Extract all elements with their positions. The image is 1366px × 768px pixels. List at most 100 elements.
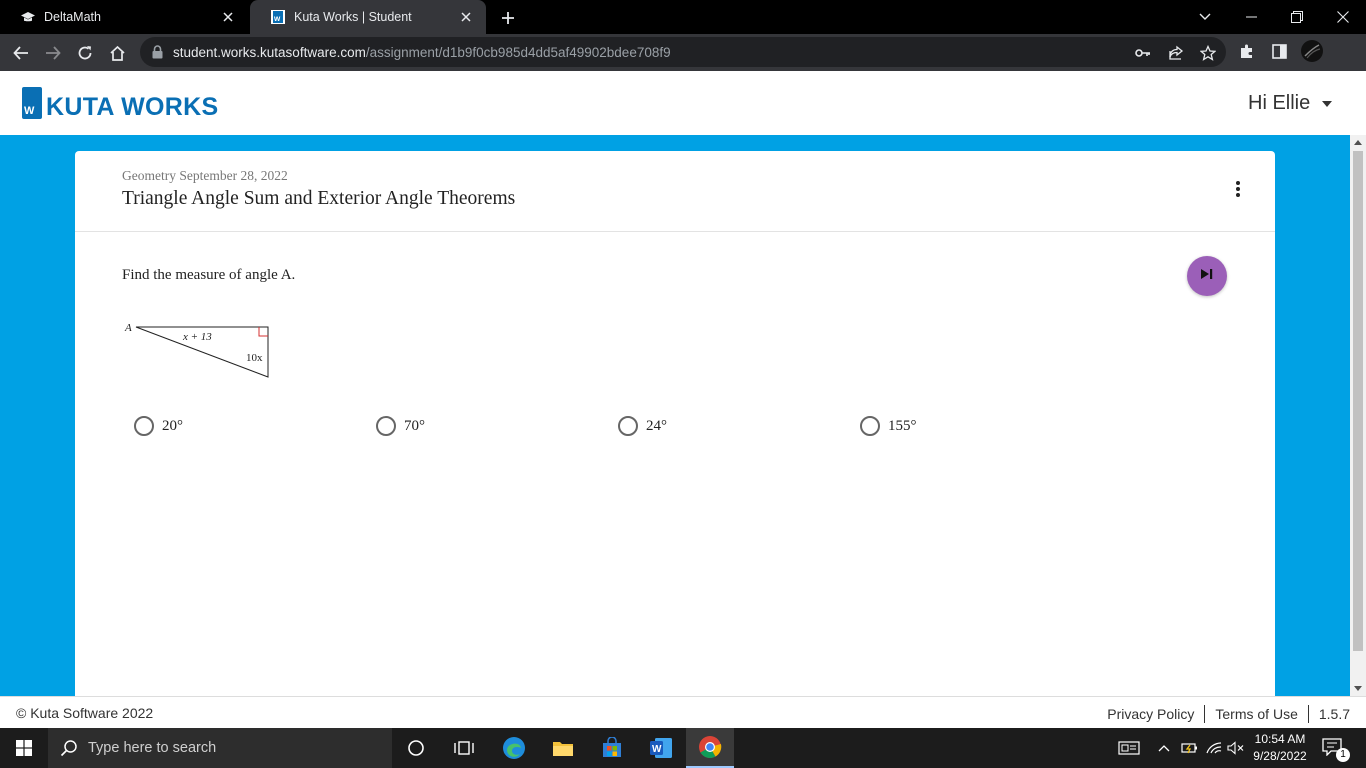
clock-date: 9/28/2022 (1253, 749, 1307, 763)
microsoft-store-icon[interactable] (588, 728, 636, 768)
reload-icon[interactable] (72, 40, 98, 66)
subject: Geometry (122, 168, 176, 183)
user-greeting: Hi Ellie (1248, 92, 1311, 114)
right-angle-marker (258, 327, 268, 337)
show-hidden-icons-chevron-icon[interactable] (1154, 728, 1174, 768)
forward-arrow-icon[interactable] (40, 40, 66, 66)
vertical-scrollbar[interactable] (1350, 135, 1366, 696)
privacy-policy-link[interactable]: Privacy Policy (1097, 706, 1204, 722)
scroll-up-arrow-icon[interactable] (1354, 140, 1362, 145)
address-bar[interactable]: student.works.kutasoftware.com/assignmen… (140, 37, 1226, 67)
url-path: /assignment/d1b9f0cb985d4dd5af49902bdee7… (365, 45, 671, 60)
taskbar-clock[interactable]: 10:54 AM 9/28/2022 (1248, 731, 1312, 765)
keyboard-layout-icon[interactable] (1114, 728, 1144, 768)
notification-count-badge: 1 (1336, 748, 1350, 762)
url-text: student.works.kutasoftware.com/assignmen… (173, 45, 671, 60)
search-placeholder: Type here to search (88, 740, 217, 756)
cortana-circle-icon[interactable] (392, 728, 440, 768)
site-footer: © Kuta Software 2022 Privacy Policy Term… (0, 696, 1366, 728)
file-explorer-icon[interactable] (539, 728, 587, 768)
more-options-icon[interactable] (1231, 179, 1245, 199)
skip-question-button[interactable] (1187, 256, 1227, 296)
search-icon (60, 740, 77, 757)
url-host: student.works.kutasoftware.com (173, 45, 366, 60)
kuta-works-favicon: w (270, 9, 286, 25)
assignment-header: Geometry September 28, 2022 Triangle Ang… (75, 151, 1275, 232)
choice-label: 155° (888, 417, 917, 434)
new-tab-icon[interactable] (497, 7, 519, 29)
answer-choice[interactable]: 70° (376, 416, 425, 436)
skip-next-icon (1200, 267, 1214, 285)
assignment-date: September 28, 2022 (179, 168, 288, 183)
tab-title: DeltaMath (44, 10, 101, 24)
minimize-icon[interactable] (1228, 0, 1274, 34)
site-header: W KUTA WORKS Hi Ellie (0, 71, 1350, 135)
browser-tab-strip: DeltaMath w Kuta Works | Student (0, 0, 1366, 34)
lock-icon[interactable] (152, 45, 163, 64)
graduation-cap-icon (20, 9, 36, 25)
angle-label: 10x (246, 352, 263, 364)
scroll-down-arrow-icon[interactable] (1354, 686, 1362, 691)
assignment-meta: Geometry September 28, 2022 (122, 168, 288, 184)
assignment-title: Triangle Angle Sum and Exterior Angle Th… (122, 188, 516, 209)
tab-deltamath[interactable]: DeltaMath (0, 0, 248, 34)
version-text: 1.5.7 (1318, 706, 1350, 722)
assignment-card: Geometry September 28, 2022 Triangle Ang… (75, 151, 1275, 711)
side-panel-icon[interactable] (1268, 40, 1290, 62)
kuta-works-logo[interactable]: W KUTA WORKS (22, 87, 219, 121)
task-view-icon[interactable] (440, 728, 488, 768)
wifi-icon[interactable] (1203, 728, 1225, 768)
tab-title: Kuta Works | Student (294, 10, 412, 24)
answer-choice[interactable]: 20° (134, 416, 183, 436)
answer-choice[interactable]: 155° (860, 416, 917, 436)
volume-muted-icon[interactable] (1225, 728, 1247, 768)
battery-charging-icon[interactable] (1178, 728, 1202, 768)
close-window-icon[interactable] (1320, 0, 1366, 34)
back-arrow-icon[interactable] (8, 40, 34, 66)
radio-button[interactable] (860, 416, 880, 436)
question-prompt: Find the measure of angle A. (122, 267, 296, 283)
key-icon[interactable] (1134, 44, 1152, 62)
home-icon[interactable] (104, 40, 130, 66)
copyright-text: © Kuta Software 2022 (16, 705, 154, 721)
close-tab-icon[interactable] (220, 9, 236, 25)
browser-toolbar: student.works.kutasoftware.com/assignmen… (0, 34, 1366, 71)
triangle-figure: A x + 13 10x (122, 321, 282, 390)
microsoft-word-icon[interactable]: W (637, 728, 685, 768)
answer-choices: 20° 70° 24° 155° (134, 416, 1034, 440)
edge-browser-icon[interactable] (490, 728, 538, 768)
windows-taskbar: Type here to search W 10:54 AM 9/28/2022 (0, 728, 1366, 768)
terms-of-use-link[interactable]: Terms of Use (1205, 706, 1307, 722)
user-menu[interactable]: Hi Ellie (1248, 92, 1333, 115)
page-background: Geometry September 28, 2022 Triangle Ang… (0, 135, 1350, 711)
chrome-browser-icon[interactable] (686, 728, 734, 768)
profile-avatar[interactable] (1301, 40, 1323, 62)
taskbar-search-box[interactable]: Type here to search (48, 728, 392, 768)
logo-mark: W (22, 87, 42, 119)
dropdown-caret-icon (1322, 100, 1333, 107)
tab-kuta-works[interactable]: w Kuta Works | Student (250, 0, 486, 34)
restore-icon[interactable] (1274, 0, 1320, 34)
close-tab-icon[interactable] (458, 9, 474, 25)
radio-button[interactable] (134, 416, 154, 436)
choice-label: 20° (162, 417, 183, 434)
bookmark-star-icon[interactable] (1199, 44, 1217, 62)
svg-text:W: W (652, 744, 662, 755)
radio-button[interactable] (618, 416, 638, 436)
radio-button[interactable] (376, 416, 396, 436)
logo-text: KUTA WORKS (46, 93, 219, 121)
clock-time: 10:54 AM (1254, 732, 1306, 746)
page-viewport: W KUTA WORKS Hi Ellie Geometry September… (0, 71, 1366, 728)
choice-label: 70° (404, 417, 425, 434)
footer-links: Privacy Policy Terms of Use 1.5.7 (1097, 705, 1350, 723)
side-label: x + 13 (182, 331, 212, 343)
answer-choice[interactable]: 24° (618, 416, 667, 436)
choice-label: 24° (646, 417, 667, 434)
svg-text:w: w (273, 14, 281, 23)
scrollbar-thumb[interactable] (1353, 151, 1363, 651)
share-icon[interactable] (1167, 44, 1185, 62)
tab-search-chevron-icon[interactable] (1182, 0, 1228, 34)
vertex-label: A (124, 322, 132, 334)
windows-start-icon[interactable] (0, 728, 48, 768)
extensions-puzzle-icon[interactable] (1236, 40, 1258, 62)
